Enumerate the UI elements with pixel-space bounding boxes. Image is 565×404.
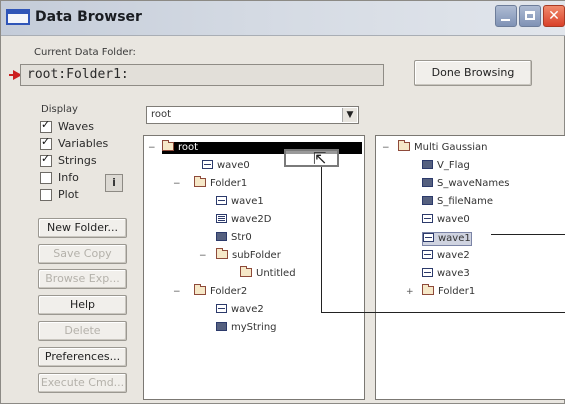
string-icon [422, 177, 433, 187]
wave2d-icon [216, 213, 227, 223]
maximize-icon[interactable] [519, 5, 541, 27]
drag-outline [284, 149, 339, 167]
preferences-button[interactable]: Preferences... [38, 347, 127, 367]
info-pane[interactable]: − Multi Gaussian V_Flag S_waveNames S_fi… [375, 135, 565, 400]
help-button[interactable]: Help [38, 295, 127, 315]
current-folder-label: Current Data Folder: [34, 47, 136, 58]
folder-icon [398, 139, 410, 151]
collapse-icon[interactable]: − [199, 250, 207, 262]
collapse-icon[interactable]: − [382, 142, 390, 154]
tree-item-untitled[interactable]: Untitled [240, 265, 296, 280]
tree-item-wave1[interactable]: wave1 [216, 195, 264, 208]
info-button[interactable]: i [105, 174, 123, 192]
chevron-down-icon: ▼ [342, 108, 357, 122]
tree-item-mystring[interactable]: myString [216, 321, 277, 334]
string-icon [422, 195, 433, 205]
data-tree-pane[interactable]: − root wave0 − Folder1 wave1 wave2D Str0… [143, 135, 365, 400]
expand-icon[interactable]: + [406, 286, 414, 298]
plot-checkbox[interactable]: Plot [40, 189, 79, 201]
info-checkbox[interactable]: Info [40, 172, 79, 184]
folder-icon [240, 265, 252, 277]
wave-icon [422, 213, 433, 223]
variable-icon [422, 159, 433, 169]
folder-icon [216, 247, 228, 259]
cursor-icon: ⇱ [313, 149, 327, 168]
new-folder-button[interactable]: New Folder... [38, 218, 127, 238]
data-browser-window: Data Browser ✕ Current Data Folder: root… [0, 0, 565, 404]
wave-icon [216, 303, 227, 313]
execute-cmd-button[interactable]: Execute Cmd... [38, 373, 127, 393]
tree-item-wave2[interactable]: wave2 [216, 303, 264, 316]
info-item-v-flag[interactable]: V_Flag [422, 159, 470, 172]
display-label: Display [41, 104, 78, 115]
wave-icon [422, 249, 433, 259]
wave-icon [202, 159, 213, 169]
wave-icon [423, 232, 434, 242]
tree-item-folder1[interactable]: Folder1 [194, 175, 247, 190]
folder-icon [194, 283, 206, 295]
callout-line-info [491, 234, 565, 235]
info-item-wave0[interactable]: wave0 [422, 213, 470, 226]
info-item-multi-gaussian[interactable]: Multi Gaussian [398, 139, 488, 154]
folder-icon [194, 175, 206, 187]
callout-line-horizontal [321, 312, 565, 313]
checkbox-icon [40, 136, 52, 150]
folder-icon [162, 139, 174, 151]
tree-item-str0[interactable]: Str0 [216, 231, 252, 244]
minimize-icon[interactable] [495, 5, 517, 27]
close-icon[interactable]: ✕ [543, 5, 565, 27]
title-bar[interactable]: Data Browser ✕ [1, 1, 565, 36]
wave-icon [216, 195, 227, 205]
collapse-icon[interactable]: − [148, 142, 156, 154]
collapse-icon[interactable]: − [173, 178, 181, 190]
checkbox-icon [40, 153, 52, 167]
checkbox-icon [40, 172, 52, 184]
callout-line-vertical [321, 167, 322, 313]
info-item-folder1[interactable]: Folder1 [422, 283, 475, 298]
folder-dropdown-value: root [151, 109, 172, 120]
variables-checkbox[interactable]: Variables [40, 136, 108, 150]
tree-item-wave0[interactable]: wave0 [202, 159, 250, 172]
tree-item-subfolder[interactable]: subFolder [216, 247, 281, 262]
current-folder-field: root:Folder1: [20, 64, 384, 86]
checkbox-icon [40, 119, 52, 133]
string-icon [216, 231, 227, 241]
save-copy-button[interactable]: Save Copy [38, 244, 127, 264]
info-item-wave1[interactable]: wave1 [422, 232, 472, 246]
collapse-icon[interactable]: − [173, 286, 181, 298]
tree-item-folder2[interactable]: Folder2 [194, 283, 247, 298]
folder-dropdown[interactable]: root ▼ [146, 106, 359, 124]
folder-icon [422, 283, 434, 295]
info-item-s-filename[interactable]: S_fileName [422, 195, 493, 208]
strings-checkbox[interactable]: Strings [40, 153, 97, 167]
window-title: Data Browser [35, 9, 142, 25]
window-icon [6, 9, 30, 25]
info-item-wave2[interactable]: wave2 [422, 249, 470, 262]
delete-button[interactable]: Delete [38, 321, 127, 341]
tree-item-wave2d[interactable]: wave2D [216, 213, 271, 226]
info-item-s-wavenames[interactable]: S_waveNames [422, 177, 509, 190]
info-item-wave3[interactable]: wave3 [422, 267, 470, 280]
wave-icon [422, 267, 433, 277]
browse-exp-button[interactable]: Browse Exp... [38, 269, 127, 289]
string-icon [216, 321, 227, 331]
waves-checkbox[interactable]: Waves [40, 119, 94, 133]
done-browsing-button[interactable]: Done Browsing [414, 60, 532, 86]
checkbox-icon [40, 189, 52, 201]
